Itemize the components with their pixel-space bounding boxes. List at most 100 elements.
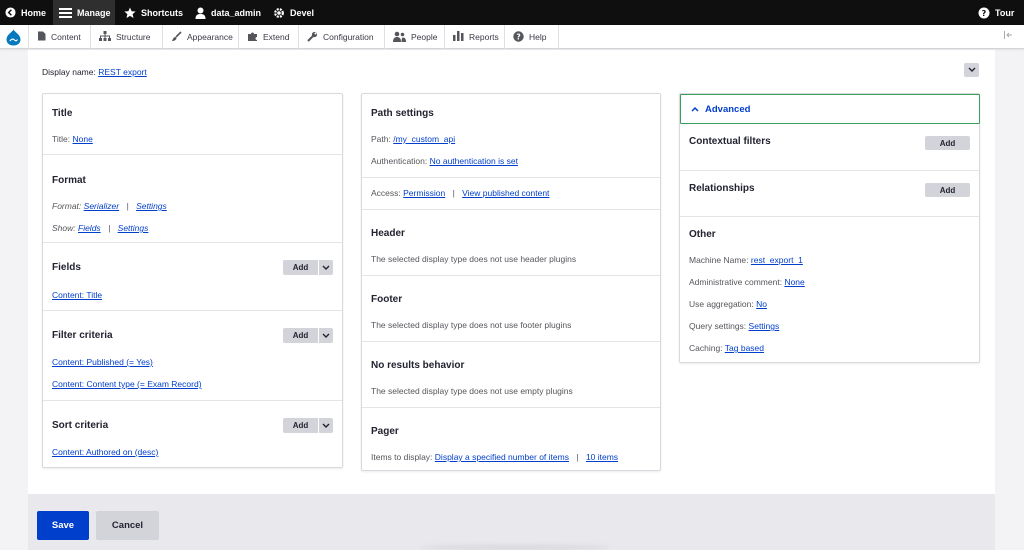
form-actions: Save Cancel [28,494,995,550]
tray-item-label: Help [529,32,547,42]
machine-name-link[interactable]: rest_export_1 [751,255,803,265]
tray-item-label: Appearance [187,32,233,42]
title-value-link[interactable]: None [72,134,92,144]
display-dropdown-button[interactable] [964,63,979,77]
svg-text:?: ? [516,32,520,41]
pager-line: Items to display: Display a specified nu… [371,452,618,462]
tray-item-appearance[interactable]: Appearance [162,25,238,49]
cancel-button[interactable]: Cancel [96,511,159,540]
section-heading: Relationships [689,183,755,194]
pager-count-link[interactable]: 10 items [586,452,618,462]
admin-toolbar: Home Manage Shortcuts data_admin Devel ?… [0,0,1024,25]
toolbar-devel-label: Devel [290,7,315,18]
aggregation-link[interactable]: No [756,299,767,309]
tray-item-people[interactable]: People [384,25,444,49]
filter-item: Content: Published (= Yes) [52,357,153,367]
access-line: Access: Permission | View published cont… [371,188,549,198]
section-heading: Pager [371,426,399,437]
advanced-toggle[interactable]: Advanced [680,94,980,124]
section-heading: Other [689,229,716,240]
sort-item-link[interactable]: Content: Authored on (desc) [52,447,158,457]
path-value-link[interactable]: /my_custom_api [393,134,455,144]
caching-label: Caching: [689,343,723,353]
section-sort-criteria: Sort criteria Add Content: Authored on (… [43,400,342,468]
toolbar-user-label: data_admin [211,7,262,18]
header-text: The selected display type does not use h… [371,254,577,264]
filter-item-link[interactable]: Content: Content type (= Exam Record) [52,379,202,389]
caching-link[interactable]: Tag based [725,343,764,353]
pager-label: Items to display: [371,452,433,462]
section-heading: Sort criteria [52,420,109,431]
display-name-link[interactable]: REST export [98,67,147,77]
chevron-down-icon [968,65,976,75]
help-icon: ? [978,7,990,19]
machine-name-label: Machine Name: [689,255,749,265]
tray-item-label: Reports [469,32,499,42]
tray-item-configuration[interactable]: Configuration [298,25,384,49]
section-heading: Header [371,228,405,239]
field-item-link[interactable]: Content: Title [52,290,102,300]
separator: | [108,223,111,233]
sort-item: Content: Authored on (desc) [52,447,158,457]
tray-orientation-icon[interactable] [1004,30,1018,44]
access-perm-link[interactable]: View published content [462,188,549,198]
auth-line: Authentication: No authentication is set [371,156,518,166]
column-second: Path settings Path: /my_custom_api Authe… [361,93,661,471]
chevron-up-icon [691,104,699,115]
toolbar-user[interactable]: data_admin [195,0,261,25]
tray-item-extend[interactable]: Extend [238,25,298,49]
section-footer: Footer The selected display type does no… [362,275,660,341]
contextual-add-button[interactable]: Add [925,136,970,150]
show-settings-link[interactable]: Settings [118,223,149,233]
tray-item-label: Content [51,32,81,42]
drupal-logo-icon[interactable] [0,25,27,49]
toolbar-manage[interactable]: Manage [53,0,115,25]
noresults-text: The selected display type does not use e… [371,386,573,396]
display-name: Display name: REST export [42,67,147,77]
filter-add-group: Add [283,328,333,343]
toolbar-home[interactable]: Home [5,0,46,25]
filter-add-dropdown[interactable] [318,328,333,343]
fields-add-button[interactable]: Add [283,260,318,275]
query-settings-label: Query settings: [689,321,747,331]
paintbrush-icon [171,30,182,44]
access-permission-link[interactable]: Permission [403,188,445,198]
filter-add-button[interactable]: Add [283,328,318,343]
relationships-add-button[interactable]: Add [925,183,970,197]
section-header: Header The selected display type does no… [362,209,660,275]
path-label: Path: [371,134,391,144]
back-arrow-icon [5,7,16,18]
section-heading: No results behavior [371,360,465,371]
chevron-down-icon [322,331,330,341]
svg-text:?: ? [982,9,987,18]
tray-item-help[interactable]: ? Help [504,25,559,49]
save-button[interactable]: Save [37,511,89,540]
admin-comment-link[interactable]: None [784,277,804,287]
toolbar-tour[interactable]: ? Tour [978,0,1014,25]
admin-comment-label: Administrative comment: [689,277,783,287]
query-settings-link[interactable]: Settings [749,321,780,331]
format-settings-link[interactable]: Settings [136,201,167,211]
filter-item-link[interactable]: Content: Published (= Yes) [52,357,153,367]
tray-item-label: Structure [116,32,151,42]
tray-item-structure[interactable]: Structure [90,25,161,49]
tray-item-content[interactable]: Content [28,25,89,49]
format-serializer-link[interactable]: Serializer [84,201,119,211]
pager-type-link[interactable]: Display a specified number of items [435,452,569,462]
toolbar-manage-label: Manage [77,7,111,18]
toolbar-shortcuts[interactable]: Shortcuts [124,0,183,25]
fields-add-dropdown[interactable] [318,260,333,275]
show-fields-link[interactable]: Fields [78,223,101,233]
sort-add-dropdown[interactable] [318,418,333,433]
filter-item: Content: Content type (= Exam Record) [52,379,202,389]
section-heading: Contextual filters [689,136,771,147]
toolbar-devel[interactable]: Devel [273,0,314,25]
section-contextual-filters: Contextual filters Add [680,124,979,170]
tray-item-label: Extend [263,32,290,42]
format-label: Format: [52,201,82,211]
tray-item-reports[interactable]: Reports [444,25,504,49]
section-format: Format Format: Serializer | Settings Sho… [43,154,342,242]
sort-add-button[interactable]: Add [283,418,318,433]
admin-tray: Content Structure Appearance Extend Conf… [0,25,1024,49]
auth-value-link[interactable]: No authentication is set [430,156,518,166]
